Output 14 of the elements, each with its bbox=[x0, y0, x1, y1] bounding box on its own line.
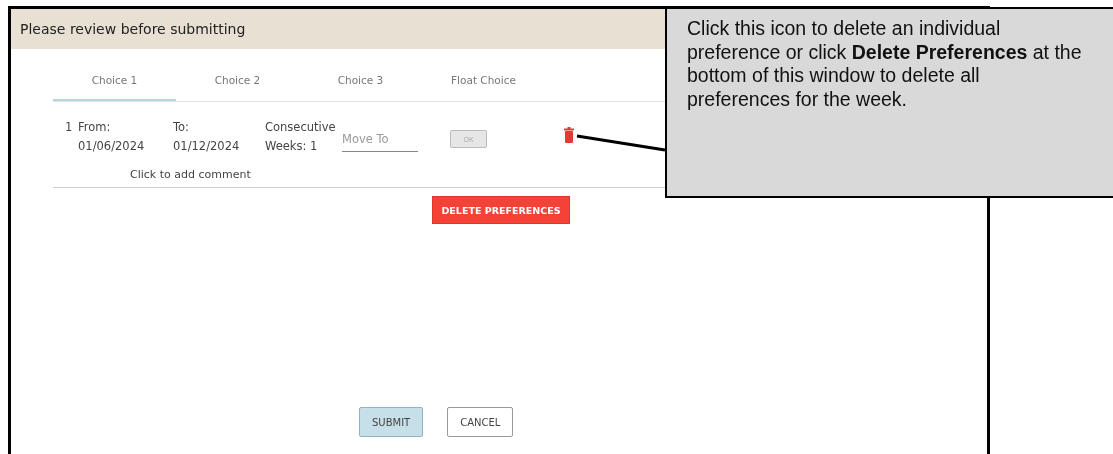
dialog-title: Please review before submitting bbox=[20, 21, 246, 37]
tab[interactable]: Float Choice bbox=[422, 61, 545, 101]
from-date: From: 01/06/2024 bbox=[78, 119, 146, 155]
tab[interactable]: Choice 3 bbox=[299, 61, 422, 101]
callout-text: Click this icon to delete an individual preference or click Delete Preferences at the bottom of this window to delete all preferences for the week. bbox=[687, 17, 1082, 111]
delete-preferences-button[interactable]: DELETE PREFERENCES bbox=[432, 196, 570, 224]
row-number: 1 bbox=[65, 119, 74, 136]
tab[interactable]: Choice 1 bbox=[53, 61, 176, 101]
tab[interactable]: Choice 2 bbox=[176, 61, 299, 101]
submit-button[interactable]: SUBMIT bbox=[359, 407, 424, 437]
cancel-button[interactable]: CANCEL bbox=[447, 407, 514, 437]
add-comment-link[interactable]: Click to add comment bbox=[130, 168, 251, 181]
consecutive-weeks: Consecutive Weeks: 1 bbox=[265, 119, 337, 155]
to-date: To: 01/12/2024 bbox=[173, 119, 241, 155]
